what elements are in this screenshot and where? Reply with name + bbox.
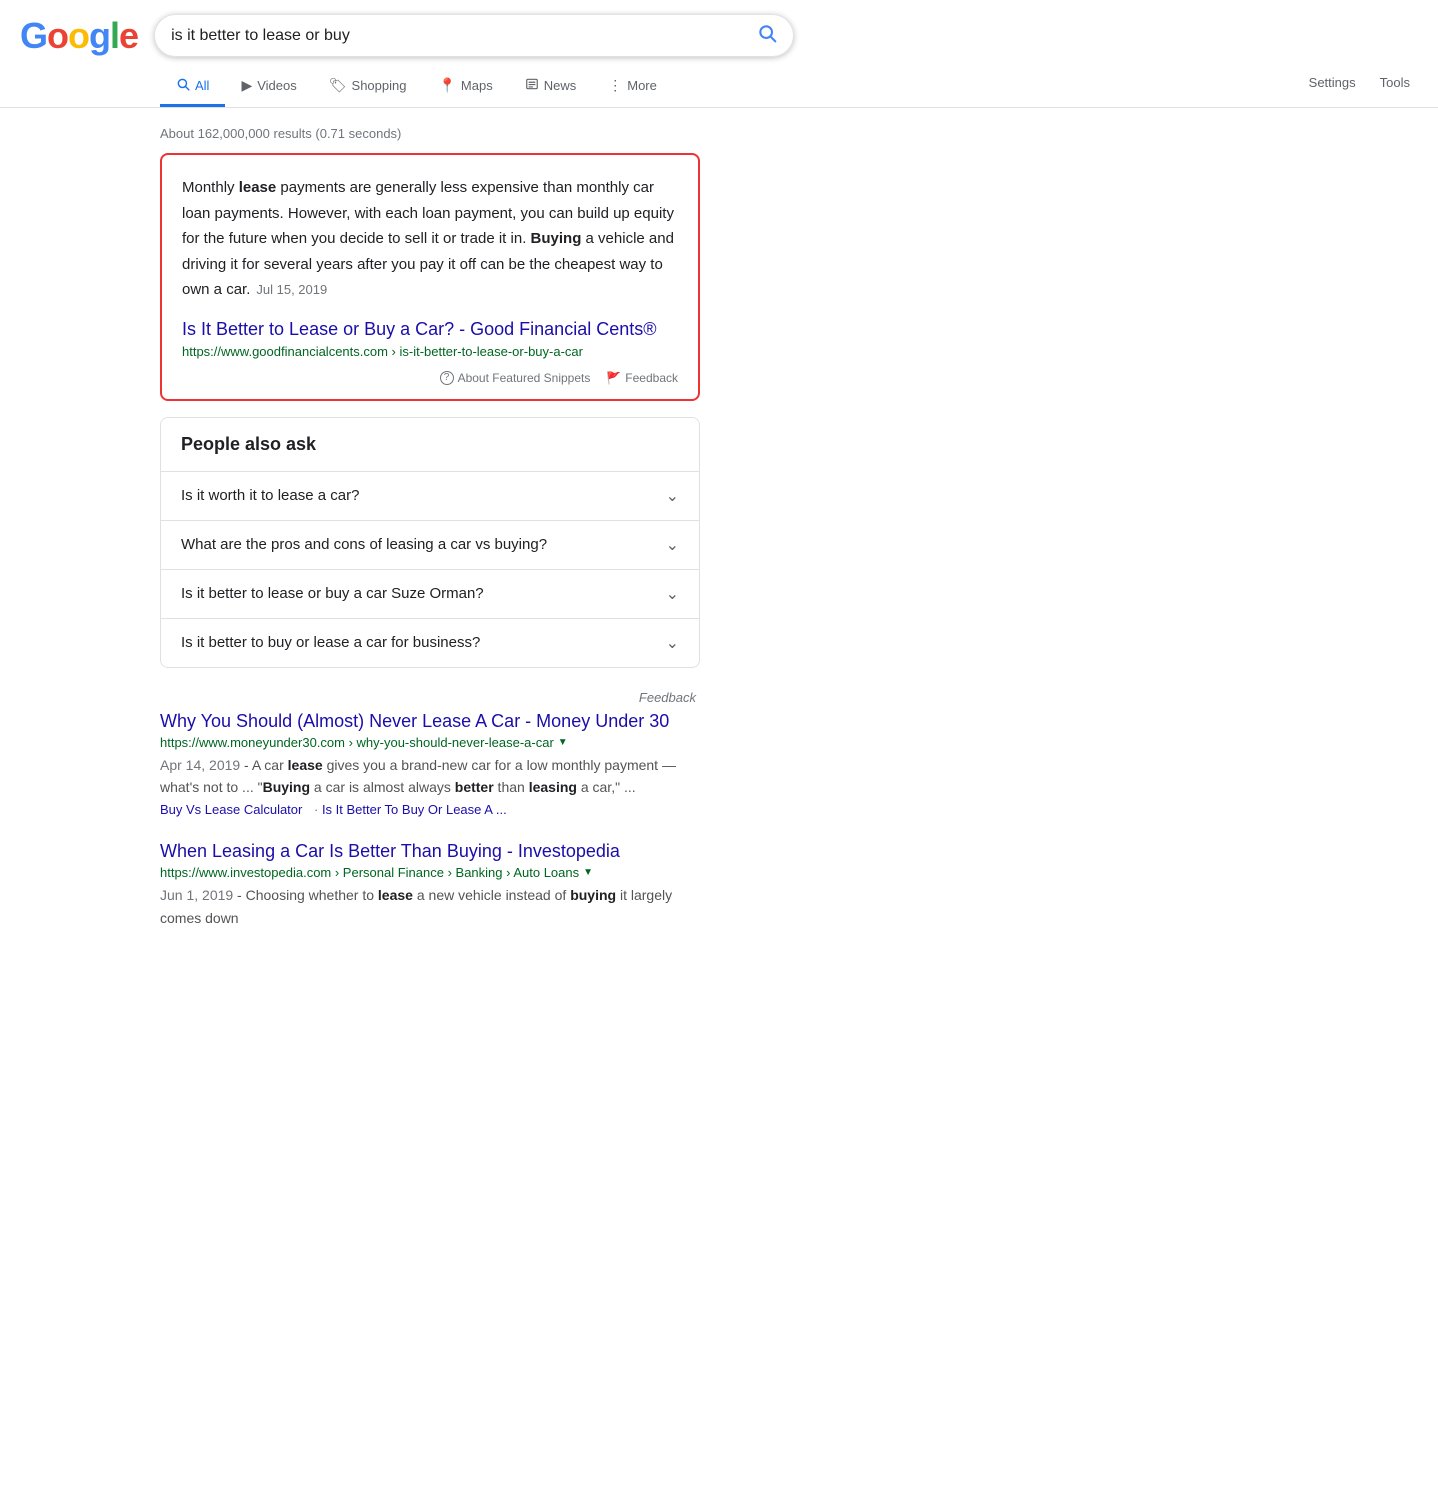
sitelink-1a[interactable]: Buy Vs Lease Calculator: [160, 802, 302, 817]
people-also-ask-box: People also ask Is it worth it to lease …: [160, 417, 700, 668]
snippet-feedback-label: Feedback: [625, 371, 678, 385]
nav-videos-label: Videos: [257, 78, 297, 93]
nav-maps-label: Maps: [461, 78, 493, 93]
paa-item-4[interactable]: Is it better to buy or lease a car for b…: [161, 618, 699, 667]
result-url-1: https://www.moneyunder30.com › why-you-s…: [160, 735, 554, 750]
chevron-down-icon-1: ⌄: [666, 486, 679, 506]
result-item-1: Why You Should (Almost) Never Lease A Ca…: [160, 711, 700, 818]
result-url-arrow-1[interactable]: ▼: [558, 737, 568, 748]
result-date-2: Jun 1, 2019: [160, 887, 233, 903]
snippet-text: Monthly lease payments are generally les…: [182, 175, 678, 303]
paa-question-3: Is it better to lease or buy a car Suze …: [181, 585, 484, 602]
logo-letter-g: G: [20, 15, 47, 56]
shopping-nav-icon: 🏷: [329, 77, 347, 94]
search-input[interactable]: is it better to lease or buy: [171, 27, 747, 45]
snippet-url: https://www.goodfinancialcents.com › is-…: [182, 344, 678, 359]
logo-letter-g2: g: [89, 15, 110, 56]
nav-item-all[interactable]: All: [160, 67, 225, 107]
snippet-bold-buying: Buying: [531, 230, 582, 247]
logo-letter-o1: o: [47, 15, 68, 56]
google-logo: Google: [20, 15, 138, 57]
results-info: About 162,000,000 results (0.71 seconds): [160, 118, 700, 153]
result-url-row-2: https://www.investopedia.com › Personal …: [160, 865, 700, 880]
question-icon: ?: [440, 371, 454, 385]
more-nav-icon: ⋮: [608, 77, 622, 94]
nav-shopping-label: Shopping: [352, 78, 407, 93]
logo-letter-l: l: [110, 15, 119, 56]
settings-link[interactable]: Settings: [1301, 69, 1364, 96]
nav-all-label: All: [195, 78, 209, 93]
result-url-arrow-2[interactable]: ▼: [583, 867, 593, 878]
search-button[interactable]: [757, 23, 777, 48]
search-nav-icon: [176, 77, 190, 94]
result-date-1: Apr 14, 2019: [160, 757, 240, 773]
sitelink-dot-1: ·: [314, 802, 322, 817]
main-content: About 162,000,000 results (0.71 seconds)…: [0, 108, 700, 929]
header: Google is it better to lease or buy: [0, 0, 1438, 57]
chevron-down-icon-3: ⌄: [666, 584, 679, 604]
result-title-1[interactable]: Why You Should (Almost) Never Lease A Ca…: [160, 711, 700, 732]
about-snippets-label: About Featured Snippets: [458, 371, 591, 385]
paa-feedback[interactable]: Feedback: [160, 684, 700, 711]
nav-news-label: News: [544, 78, 577, 93]
result-url-row-1: https://www.moneyunder30.com › why-you-s…: [160, 735, 700, 750]
chevron-down-icon-2: ⌄: [666, 535, 679, 555]
paa-question-4: Is it better to buy or lease a car for b…: [181, 634, 480, 651]
paa-title: People also ask: [161, 418, 699, 471]
paa-question-1: Is it worth it to lease a car?: [181, 487, 359, 504]
featured-snippet: Monthly lease payments are generally les…: [160, 153, 700, 401]
nav-tools: Settings Tools: [1301, 69, 1438, 106]
nav-bar: All ▶ Videos 🏷 Shopping 📍 Maps News ⋮ Mo…: [0, 61, 1438, 108]
nav-item-news[interactable]: News: [509, 67, 593, 107]
sitelink-1b[interactable]: Is It Better To Buy Or Lease A ...: [322, 802, 507, 817]
snippet-date: Jul 15, 2019: [256, 282, 327, 297]
nav-item-shopping[interactable]: 🏷 Shopping: [313, 67, 423, 107]
tools-link[interactable]: Tools: [1372, 69, 1418, 96]
paa-item-3[interactable]: Is it better to lease or buy a car Suze …: [161, 569, 699, 618]
search-bar-wrapper: is it better to lease or buy: [154, 14, 794, 57]
result-item-2: When Leasing a Car Is Better Than Buying…: [160, 841, 700, 929]
nav-item-maps[interactable]: 📍 Maps: [422, 67, 508, 107]
search-icon: [757, 27, 777, 47]
snippet-title-link[interactable]: Is It Better to Lease or Buy a Car? - Go…: [182, 319, 678, 340]
paa-question-2: What are the pros and cons of leasing a …: [181, 536, 547, 553]
search-bar: is it better to lease or buy: [154, 14, 794, 57]
result-snippet-2: Jun 1, 2019 - Choosing whether to lease …: [160, 884, 700, 929]
result-sitelinks-1: Buy Vs Lease Calculator · Is It Better T…: [160, 802, 700, 817]
maps-nav-icon: 📍: [438, 77, 455, 94]
result-title-2[interactable]: When Leasing a Car Is Better Than Buying…: [160, 841, 700, 862]
result-snippet-1: Apr 14, 2019 - A car lease gives you a b…: [160, 754, 700, 799]
snippet-bold-lease: lease: [239, 179, 277, 196]
paa-item-1[interactable]: Is it worth it to lease a car? ⌄: [161, 471, 699, 520]
logo-letter-o2: o: [68, 15, 89, 56]
result-url-2: https://www.investopedia.com › Personal …: [160, 865, 579, 880]
videos-nav-icon: ▶: [241, 77, 252, 94]
logo-letter-e: e: [119, 15, 138, 56]
nav-more-label: More: [627, 78, 657, 93]
nav-item-videos[interactable]: ▶ Videos: [225, 67, 312, 107]
snippet-footer: ? About Featured Snippets 🚩 Feedback: [182, 371, 678, 385]
flag-icon: 🚩: [606, 371, 621, 385]
about-snippets-link[interactable]: ? About Featured Snippets: [440, 371, 591, 385]
news-nav-icon: [525, 77, 539, 94]
nav-item-more[interactable]: ⋮ More: [592, 67, 673, 107]
paa-item-2[interactable]: What are the pros and cons of leasing a …: [161, 520, 699, 569]
snippet-feedback-link[interactable]: 🚩 Feedback: [606, 371, 678, 385]
chevron-down-icon-4: ⌄: [666, 633, 679, 653]
